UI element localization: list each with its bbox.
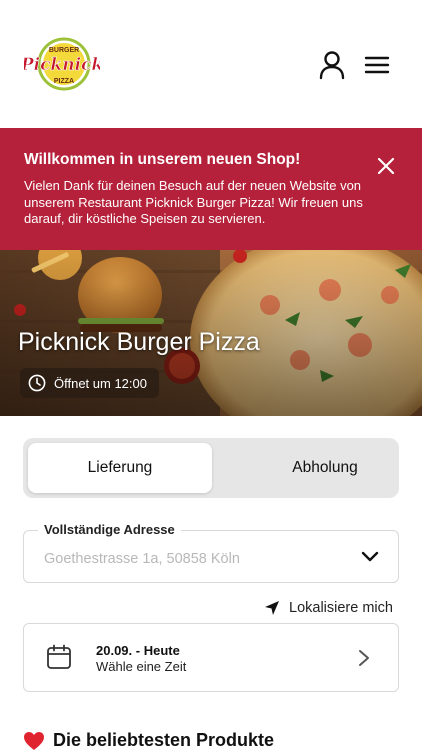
selected-date: 20.09. - Heute	[96, 643, 180, 658]
banner-text: Vielen Dank für deinen Besuch auf der ne…	[24, 178, 363, 226]
address-field[interactable]: Vollständige Adresse Goethestrasse 1a, 5…	[23, 522, 399, 583]
banner-title: Willkommen in unserem neuen Shop!	[24, 151, 301, 168]
calendar-icon	[47, 644, 71, 669]
time-hint: Wähle eine Zeit	[96, 659, 187, 674]
address-placeholder: Goethestrasse 1a, 50858 Köln	[44, 551, 240, 567]
hamburger-menu-icon[interactable]	[364, 54, 390, 76]
app-header: BURGER Picknick PIZZA	[0, 0, 422, 128]
popular-products-heading: Die beliebtesten Produkte	[23, 730, 274, 750]
logo-top-text: BURGER	[49, 47, 79, 54]
close-icon[interactable]	[376, 156, 396, 176]
chevron-down-icon[interactable]	[360, 550, 380, 564]
tab-pickup[interactable]: Abholung	[233, 443, 417, 493]
locate-me-button[interactable]: Lokalisiere mich	[264, 598, 393, 618]
tab-delivery[interactable]: Lieferung	[28, 443, 212, 493]
heart-icon	[24, 731, 44, 750]
locate-me-label: Lokalisiere mich	[289, 600, 393, 616]
logo-bottom-text: PIZZA	[54, 78, 74, 85]
opening-status-text: Öffnet um 12:00	[54, 375, 147, 391]
popular-products-title: Die beliebtesten Produkte	[53, 730, 275, 750]
chevron-right-icon	[359, 650, 369, 666]
restaurant-name: Picknick Burger Pizza	[18, 328, 260, 356]
location-arrow-icon	[265, 601, 279, 615]
user-icon[interactable]	[318, 50, 346, 80]
welcome-banner: Willkommen in unserem neuen Shop! Vielen…	[0, 128, 422, 250]
address-label: Vollständige Adresse	[38, 522, 181, 537]
order-mode-toggle: Lieferung Abholung	[23, 438, 399, 498]
logo-main-text: Picknick	[24, 55, 100, 75]
opening-status-badge: Öffnet um 12:00	[20, 368, 159, 398]
restaurant-hero: Picknick Burger Pizza Öffnet um 12:00	[0, 250, 422, 416]
clock-icon	[28, 374, 46, 392]
restaurant-logo[interactable]: BURGER Picknick PIZZA	[24, 36, 100, 92]
time-picker[interactable]: 20.09. - Heute Wähle eine Zeit	[23, 623, 399, 692]
